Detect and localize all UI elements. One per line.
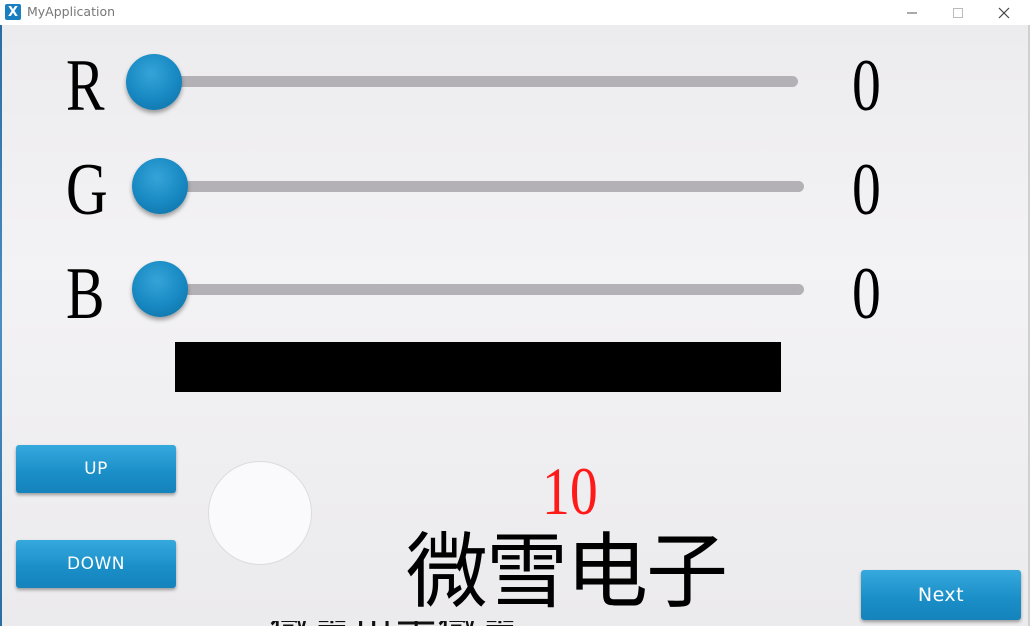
red-slider-handle[interactable] (126, 54, 182, 110)
blue-slider-handle[interactable] (132, 261, 188, 317)
minimize-icon (907, 12, 917, 13)
app-content: R 0 G 0 B 0 UP DOWN 10 微雪电子 Next 微雪电子微雪 (2, 25, 1028, 626)
blue-label: B (66, 253, 105, 335)
maximize-button[interactable] (935, 0, 981, 25)
blue-value: 0 (852, 253, 881, 335)
blue-slider-track[interactable] (158, 284, 804, 295)
color-preview (175, 342, 781, 392)
red-slider-track[interactable] (152, 76, 798, 87)
up-button[interactable]: UP (16, 445, 176, 493)
down-button[interactable]: DOWN (16, 540, 176, 588)
close-button[interactable] (981, 0, 1027, 25)
green-label: G (66, 149, 108, 231)
green-value: 0 (852, 149, 881, 231)
next-button[interactable]: Next (861, 570, 1021, 620)
title-bar: X MyApplication (0, 0, 1030, 25)
red-label: R (66, 45, 105, 127)
brand-text: 微雪电子 (406, 525, 728, 620)
close-icon (998, 7, 1010, 18)
green-slider-track[interactable] (158, 181, 804, 192)
minimize-button[interactable] (889, 0, 935, 25)
red-value: 0 (852, 45, 881, 127)
clipped-text-fragment: 微雪电子微雪 (270, 621, 570, 626)
green-slider-handle[interactable] (132, 158, 188, 214)
maximize-icon (953, 7, 963, 18)
indicator-circle (208, 461, 312, 565)
window-title: MyApplication (27, 4, 116, 19)
counter-value: 10 (542, 453, 598, 529)
app-icon: X (5, 4, 21, 20)
